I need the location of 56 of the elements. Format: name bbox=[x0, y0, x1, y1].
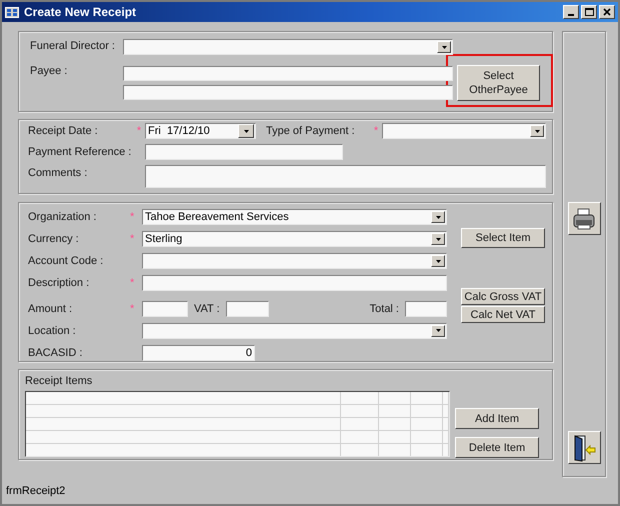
combo-box[interactable] bbox=[123, 39, 453, 55]
required-marker: * bbox=[372, 125, 380, 137]
field-label: Payment Reference : bbox=[28, 146, 132, 158]
action-button[interactable]: Add Item bbox=[455, 408, 539, 429]
vat-field[interactable] bbox=[226, 300, 269, 317]
maximize-icon bbox=[584, 8, 594, 16]
exit-button[interactable] bbox=[568, 431, 600, 464]
action-button[interactable]: Delete Item bbox=[455, 437, 539, 458]
field-label: Funeral Director : bbox=[30, 40, 116, 52]
print-button[interactable] bbox=[568, 202, 600, 235]
action-button[interactable]: Select Item bbox=[461, 228, 545, 248]
field-label: Location : bbox=[28, 324, 77, 337]
total-field[interactable] bbox=[405, 300, 447, 317]
select-other-payee-button[interactable]: Select OtherPayee bbox=[457, 65, 540, 101]
combo-box[interactable] bbox=[142, 322, 447, 339]
required-marker: * bbox=[130, 302, 134, 315]
input-field[interactable] bbox=[123, 85, 453, 100]
input-field[interactable] bbox=[145, 144, 343, 160]
maximize-button[interactable] bbox=[581, 5, 597, 19]
combo-box[interactable]: Sterling bbox=[142, 231, 447, 248]
field-label: Type of Payment : bbox=[266, 125, 356, 137]
combo-box[interactable]: Tahoe Bereavement Services bbox=[142, 209, 447, 226]
input-field[interactable]: 0 bbox=[142, 344, 255, 361]
total-label: Total : bbox=[370, 302, 399, 315]
close-button[interactable] bbox=[599, 5, 615, 19]
required-marker: * bbox=[136, 125, 142, 137]
date-picker[interactable]: Fri 17/12/10 bbox=[145, 123, 256, 139]
form-icon bbox=[5, 6, 19, 18]
comments-field[interactable] bbox=[145, 165, 546, 188]
minimize-button[interactable] bbox=[563, 5, 579, 19]
field-label: Description : bbox=[28, 277, 90, 290]
required-marker: * bbox=[130, 277, 134, 290]
field-label: Account Code : bbox=[28, 255, 104, 268]
combo-box[interactable] bbox=[382, 123, 546, 139]
window-title: Create New Receipt bbox=[24, 5, 138, 19]
close-icon bbox=[603, 8, 611, 16]
field-label: Organization : bbox=[28, 211, 98, 224]
amount-field[interactable] bbox=[142, 300, 188, 317]
action-button[interactable]: Calc Net VAT bbox=[461, 306, 545, 323]
action-button[interactable]: Calc Gross VAT bbox=[461, 288, 545, 305]
door-exit-icon bbox=[572, 434, 596, 462]
status-text: frmReceipt2 bbox=[6, 485, 66, 497]
field-label: Currency : bbox=[28, 233, 80, 246]
panel-title: Receipt Items bbox=[25, 375, 92, 387]
input-field[interactable] bbox=[123, 66, 453, 81]
combo-box[interactable] bbox=[142, 253, 447, 270]
vat-label: VAT : bbox=[194, 302, 220, 315]
field-label: Amount : bbox=[28, 302, 74, 315]
field-label: Payee : bbox=[30, 65, 68, 77]
field-label: Comments : bbox=[28, 167, 88, 179]
input-field[interactable] bbox=[142, 275, 447, 292]
field-label: BACASID : bbox=[28, 346, 84, 359]
required-marker: * bbox=[130, 211, 134, 224]
field-label: Receipt Date : bbox=[28, 125, 99, 137]
printer-icon bbox=[572, 206, 596, 230]
required-marker: * bbox=[130, 233, 134, 246]
